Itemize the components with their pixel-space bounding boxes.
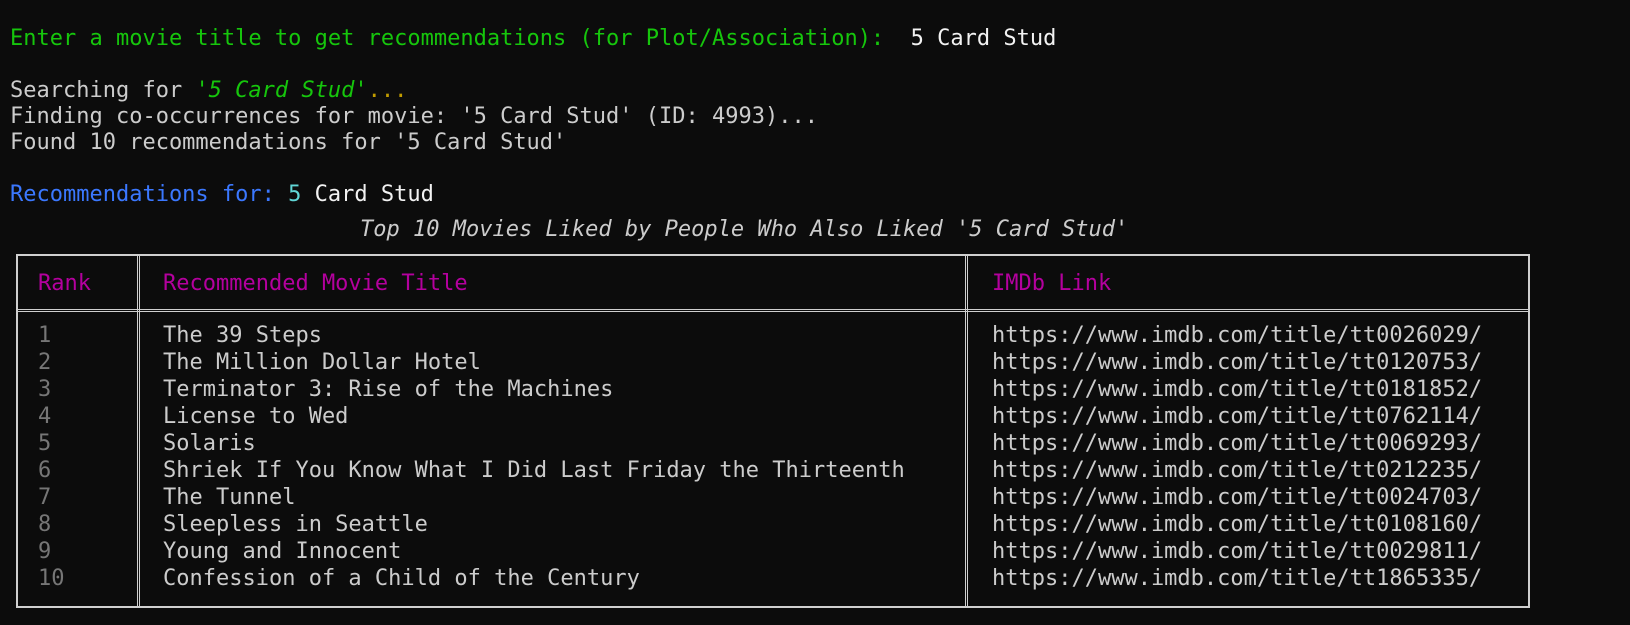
imdb-link[interactable]: https://www.imdb.com/title/tt0026029/ — [992, 322, 1482, 349]
rank-cell: 8 — [38, 512, 52, 537]
imdb-link[interactable]: https://www.imdb.com/title/tt0069293/ — [992, 430, 1482, 457]
prompt-input-value[interactable]: 5 Card Stud — [897, 26, 1057, 51]
rank-cell: 10 — [38, 566, 65, 591]
imdb-link[interactable]: https://www.imdb.com/title/tt0108160/ — [992, 511, 1482, 538]
results-heading-number: 5 — [288, 182, 302, 207]
header-title: Recommended Movie Title — [163, 271, 468, 296]
movie-title-cell: The Tunnel — [163, 485, 296, 510]
rank-cell: 5 — [38, 431, 52, 456]
imdb-link[interactable]: https://www.imdb.com/title/tt0120753/ — [992, 349, 1482, 376]
movie-title-cell: Young and Innocent — [163, 539, 402, 564]
movie-title-cell: Shriek If You Know What I Did Last Frida… — [163, 458, 905, 483]
rank-cell: 7 — [38, 485, 52, 510]
movie-title-cell: The 39 Steps — [163, 323, 322, 348]
results-heading-rest: Card Stud — [301, 182, 434, 207]
searching-line: Searching for '5 Card Stud'... — [10, 77, 407, 104]
column-divider — [137, 256, 140, 606]
imdb-link[interactable]: https://www.imdb.com/title/tt0762114/ — [992, 403, 1482, 430]
movie-title-cell: The Million Dollar Hotel — [163, 350, 481, 375]
imdb-link[interactable]: https://www.imdb.com/title/tt0212235/ — [992, 457, 1482, 484]
rank-cell: 2 — [38, 350, 52, 375]
prompt-line: Enter a movie title to get recommendatio… — [10, 25, 1056, 52]
results-heading-label: Recommendations for: — [10, 182, 289, 207]
cooccurrence-line: Finding co-occurrences for movie: '5 Car… — [10, 104, 818, 129]
movie-title-cell: Confession of a Child of the Century — [163, 566, 640, 591]
imdb-link[interactable]: https://www.imdb.com/title/tt0029811/ — [992, 538, 1482, 565]
rank-cell: 6 — [38, 458, 52, 483]
imdb-link[interactable]: https://www.imdb.com/title/tt0181852/ — [992, 376, 1482, 403]
recommendations-table: Rank Recommended Movie Title IMDb Link 1… — [16, 254, 1530, 608]
rank-cell: 9 — [38, 539, 52, 564]
searching-ellipsis: ... — [367, 78, 408, 103]
header-imdb-link: IMDb Link — [992, 271, 1112, 296]
movie-title-cell: Terminator 3: Rise of the Machines — [163, 377, 614, 402]
rank-cell: 3 — [38, 377, 52, 402]
prompt-label: Enter a movie title to get recommendatio… — [10, 26, 898, 51]
header-rank: Rank — [38, 271, 91, 296]
movie-title-cell: Solaris — [163, 431, 256, 456]
rank-cell: 4 — [38, 404, 52, 429]
searching-prefix: Searching for — [10, 78, 196, 103]
movie-title-cell: License to Wed — [163, 404, 349, 429]
imdb-link[interactable]: https://www.imdb.com/title/tt0024703/ — [992, 484, 1482, 511]
rank-cell: 1 — [38, 323, 52, 348]
table-caption: Top 10 Movies Liked by People Who Also L… — [360, 217, 1129, 242]
searching-query: '5 Card Stud' — [195, 78, 368, 103]
imdb-link[interactable]: https://www.imdb.com/title/tt1865335/ — [992, 565, 1482, 592]
found-line: Found 10 recommendations for '5 Card Stu… — [10, 130, 567, 155]
movie-title-cell: Sleepless in Seattle — [163, 512, 428, 537]
column-divider — [965, 256, 968, 606]
results-heading: Recommendations for: 5 Card Stud — [10, 181, 434, 208]
